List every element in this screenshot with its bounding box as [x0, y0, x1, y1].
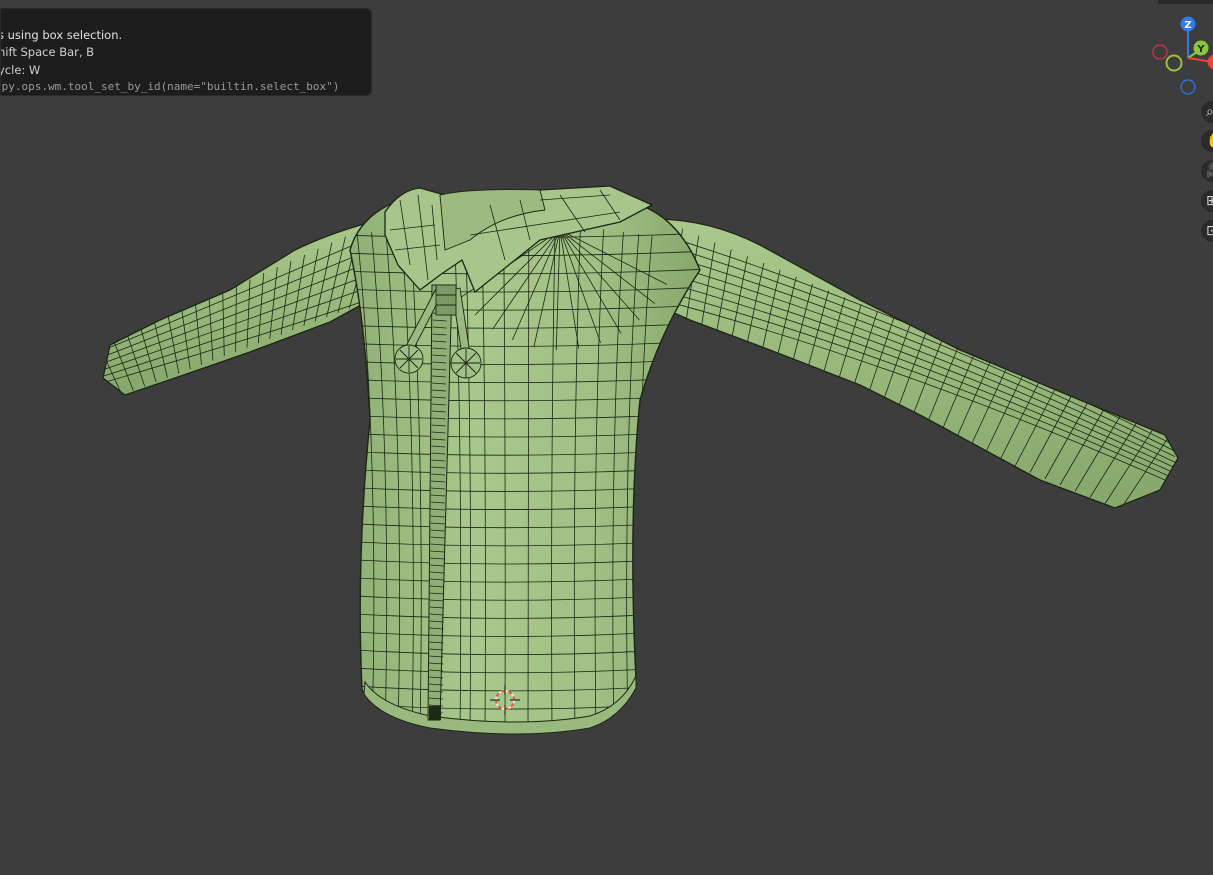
- jacket-mesh[interactable]: [0, 0, 1213, 875]
- 3d-viewport[interactable]: s using box selection. hift Space Bar, B…: [0, 0, 1213, 875]
- tooltip: s using box selection. hift Space Bar, B…: [0, 8, 372, 96]
- tooltip-python: ppy.ops.wm.tool_set_by_id(name="builtin.…: [0, 80, 340, 93]
- right-sleeve: [639, 218, 1179, 509]
- svg-text:Z: Z: [1184, 20, 1191, 31]
- y-negative-handle: [1165, 54, 1183, 72]
- header-edge: [1158, 0, 1213, 4]
- tooltip-shortcut: hift Space Bar, B: [0, 45, 95, 59]
- tooltip-cycle: ycle: W: [0, 63, 41, 77]
- tooltip-description: s using box selection.: [0, 28, 123, 42]
- x-negative-handle: [1152, 44, 1168, 60]
- navigation-gizmo[interactable]: Z Y: [1145, 10, 1213, 100]
- svg-text:Y: Y: [1196, 44, 1205, 55]
- x-axis-handle: [1207, 54, 1213, 70]
- torso: [349, 191, 701, 735]
- z-negative-handle: [1180, 79, 1196, 95]
